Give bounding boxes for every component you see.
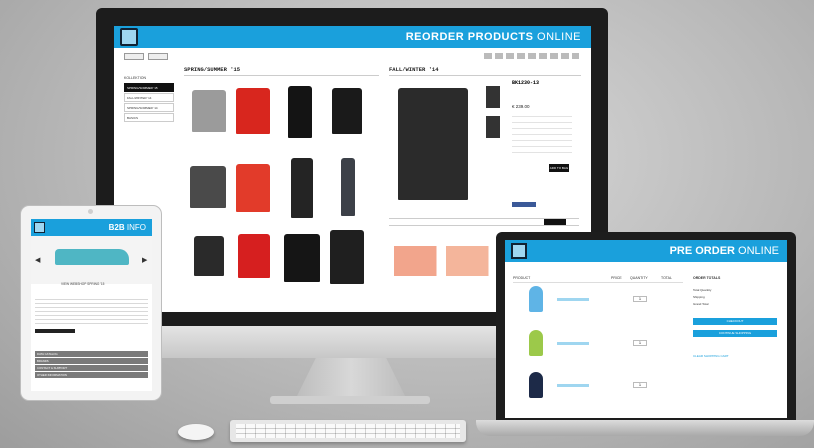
product-detail-image[interactable] xyxy=(398,88,468,200)
sidebar-item-basics[interactable]: BASICS xyxy=(124,113,174,122)
tablet-screen: B2B INFO ◀ ▶ VIEW WEBSHOP SPRING '15 DAT… xyxy=(31,219,152,391)
summary-shipping: Shipping xyxy=(693,295,705,299)
chair-image-green[interactable] xyxy=(529,330,543,356)
product-tile[interactable] xyxy=(238,234,270,278)
share-buttons[interactable] xyxy=(512,202,536,207)
sidebar-category-label: KOLLEKTION xyxy=(124,76,146,80)
tablet-row-contact[interactable]: CONTACT & SUPPORT xyxy=(35,365,148,371)
collection-title-fw14: FALL/WINTER '14 xyxy=(389,66,581,76)
product-tile[interactable] xyxy=(190,166,226,208)
carousel-next-icon[interactable]: ▶ xyxy=(142,256,147,264)
b2b-title: B2B INFO xyxy=(108,223,146,232)
carousel-prev-icon[interactable]: ◀ xyxy=(35,256,40,264)
continue-shopping-button[interactable]: CONTINUE SHOPPING xyxy=(693,330,777,337)
imac-stand xyxy=(296,358,406,398)
reorder-title: REORDER PRODUCTS ONLINE xyxy=(405,31,581,43)
product-name-link[interactable] xyxy=(557,384,589,387)
product-code: BK1230-13 xyxy=(512,80,540,86)
tablet-row-brands[interactable]: BRANDS xyxy=(35,358,148,364)
sidebar-item-ss15[interactable]: SPRING/SOMMER '15 xyxy=(124,83,174,92)
nav-button-2[interactable] xyxy=(148,53,168,60)
top-links[interactable] xyxy=(484,53,579,59)
bag-checkout-button[interactable] xyxy=(544,219,566,225)
product-tile[interactable] xyxy=(330,230,364,284)
summary-total-quantity: Total Quantity xyxy=(693,288,712,292)
reorder-header: REORDER PRODUCTS ONLINE xyxy=(114,26,591,48)
quantity-stepper[interactable]: 1 xyxy=(633,382,647,388)
product-name-link[interactable] xyxy=(557,298,589,301)
read-more-link[interactable] xyxy=(35,329,75,333)
mouse xyxy=(178,424,214,440)
nav-button-1[interactable] xyxy=(124,53,144,60)
product-tile[interactable] xyxy=(192,90,226,132)
collection-sidebar: KOLLEKTION SPRING/SOMMER '15 FALL/WINTER… xyxy=(124,76,174,136)
product-price: € 239.00 xyxy=(512,104,530,109)
imac-foot xyxy=(270,396,430,404)
laptop-screen: PRE ORDER ONLINE PRODUCT PRICE QUANTITY … xyxy=(505,240,787,418)
b2b-header: B2B INFO xyxy=(31,219,152,236)
product-tile[interactable] xyxy=(194,236,224,276)
checkout-button[interactable]: CHECKOUT xyxy=(693,318,777,325)
preorder-title: PRE ORDER ONLINE xyxy=(669,245,779,257)
product-tile[interactable] xyxy=(236,88,270,134)
quantity-stepper[interactable]: 1 xyxy=(633,296,647,302)
basket-logo-icon[interactable] xyxy=(34,222,45,233)
keyboard-keys xyxy=(236,424,460,438)
product-tile[interactable] xyxy=(332,88,362,134)
product-tile[interactable] xyxy=(236,164,270,212)
preorder-header: PRE ORDER ONLINE xyxy=(505,240,787,262)
collection-title-ss15: SPRING/SUMMER '15 xyxy=(184,66,379,76)
product-tile[interactable] xyxy=(291,158,313,218)
sidebar-item-fw14[interactable]: FALL/WINTER '14 xyxy=(124,93,174,102)
product-thumbnail[interactable] xyxy=(486,116,500,138)
cart-col-total: TOTAL xyxy=(661,276,672,280)
basket-logo-icon[interactable] xyxy=(120,28,138,46)
summary-grand-total: Grand Total xyxy=(693,302,709,306)
cart-divider xyxy=(513,282,683,283)
quantity-stepper[interactable]: 1 xyxy=(633,340,647,346)
product-tile[interactable] xyxy=(284,234,320,282)
product-options[interactable] xyxy=(512,116,572,158)
product-name-link[interactable] xyxy=(557,342,589,345)
tablet-camera xyxy=(88,209,93,214)
cart-col-quantity: QUANTITY xyxy=(630,276,648,280)
sidebar-item-ss14[interactable]: SPRING/SOMMER '14 xyxy=(124,103,174,112)
tablet-row-other[interactable]: OTHER INFORMATION xyxy=(35,372,148,378)
order-totals-title: ORDER TOTALS xyxy=(693,276,721,280)
tablet-row-catalog[interactable]: DATA CATALOG xyxy=(35,351,148,357)
cart-col-price: PRICE xyxy=(611,276,622,280)
product-tile[interactable] xyxy=(288,86,312,138)
clear-cart-link[interactable]: CLEAR SHOPPING CART xyxy=(693,354,729,358)
intro-text xyxy=(35,297,148,327)
hero-caption: VIEW WEBSHOP SPRING '15 xyxy=(61,282,105,286)
product-thumbnail[interactable] xyxy=(486,86,500,108)
laptop-base xyxy=(476,420,814,436)
add-to-bag-button[interactable]: ADD TO BAG xyxy=(549,164,569,172)
chair-image-navy[interactable] xyxy=(529,372,543,398)
chair-image-blue[interactable] xyxy=(529,286,543,312)
cart-col-product: PRODUCT xyxy=(513,276,531,280)
product-tile[interactable] xyxy=(341,158,355,216)
sofa-image xyxy=(55,249,129,265)
cart-logo-icon[interactable] xyxy=(511,243,527,259)
